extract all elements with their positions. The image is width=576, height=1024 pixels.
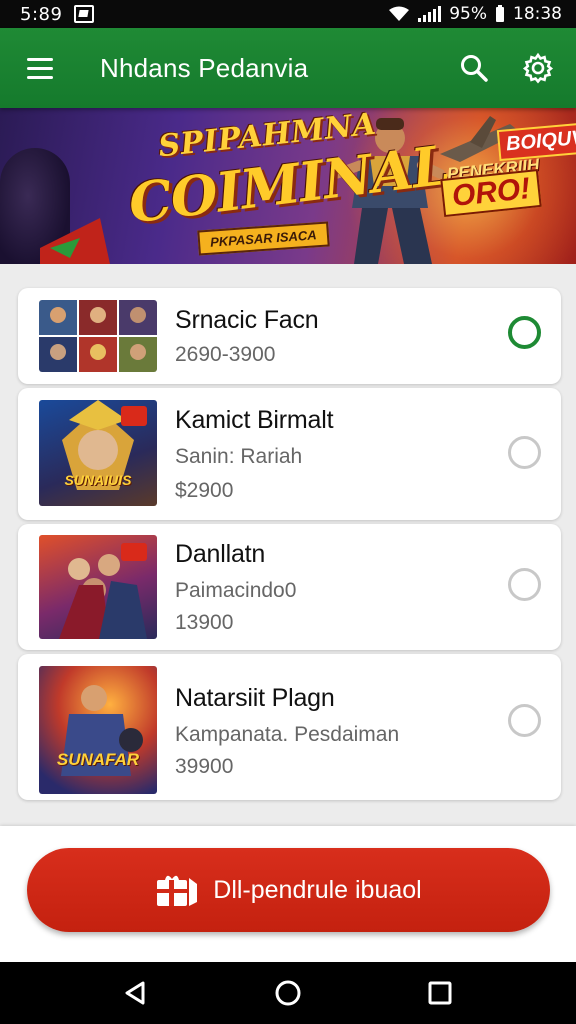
status-bar: 5:89 95% 18:38 [0,0,576,28]
item-subtitle: Paimacindo0 [175,579,297,602]
system-nav-bar [0,962,576,1024]
radio-button[interactable] [508,568,541,601]
notification-icon [74,5,95,23]
radio-button[interactable] [508,436,541,469]
item-subtitle: Sanin: Rariah [175,445,303,468]
list-item[interactable]: Srnacic Facn 2690-3900 [18,288,561,384]
item-thumbnail: SUNAFAR [39,666,157,794]
item-thumbnail [39,535,157,639]
promo-banner[interactable]: SPIPAHMNA COIMINAL PKPASAR ISACA BOIQUV … [0,108,576,264]
menu-icon[interactable] [14,42,66,94]
item-title: Natarsiit Plagn [175,684,335,712]
item-subtitle: 2690-3900 [175,343,276,366]
page-title: Nhdans Pedanvia [100,52,309,83]
back-icon[interactable] [106,968,166,1018]
item-thumbnail-grid [39,300,157,372]
status-time: 5:89 [20,3,63,25]
item-thumbnail: SUNAIUIS [39,400,157,506]
item-price: 39900 [175,755,234,778]
list-item[interactable]: Danllatn Paimacindo0 13900 [18,524,561,650]
search-icon[interactable] [450,44,498,92]
primary-action-button[interactable]: Dll-pendrule ibuaol [27,848,550,932]
item-subtitle: Kampanata. Pesdaiman [175,723,400,746]
primary-action-label: Dll-pendrule ibuaol [213,875,422,904]
banner-subtitle: PKPASAR ISACA [197,221,330,256]
item-price: 13900 [175,611,234,634]
item-title: Srnacic Facn [175,306,319,334]
home-icon[interactable] [258,968,318,1018]
radio-button[interactable] [508,704,541,737]
thumbnail-label: SUNAIUIS [64,472,132,488]
settings-icon[interactable] [514,44,562,92]
radio-button-selected[interactable] [508,316,541,349]
battery-text: 95% [449,4,487,24]
thumbnail-label: SUNAFAR [56,750,140,769]
item-title: Kamict Birmalt [175,406,334,434]
signal-icon [418,6,442,22]
gift-icon [157,875,198,906]
status-clock: 18:38 [513,4,562,24]
item-price: $2900 [175,479,234,502]
battery-icon [496,5,504,22]
app-bar: Nhdans Pedanvia [0,28,576,108]
recents-icon[interactable] [410,968,470,1018]
item-title: Danllatn [175,540,266,568]
list-item[interactable]: SUNAFAR Natarsiit Plagn Kampanata. Pesda… [18,654,561,800]
list-item[interactable]: SUNAIUIS Kamict Birmalt Sanin: Rariah $2… [18,388,561,520]
banner-red-shape [40,218,110,264]
wifi-icon [389,6,410,21]
